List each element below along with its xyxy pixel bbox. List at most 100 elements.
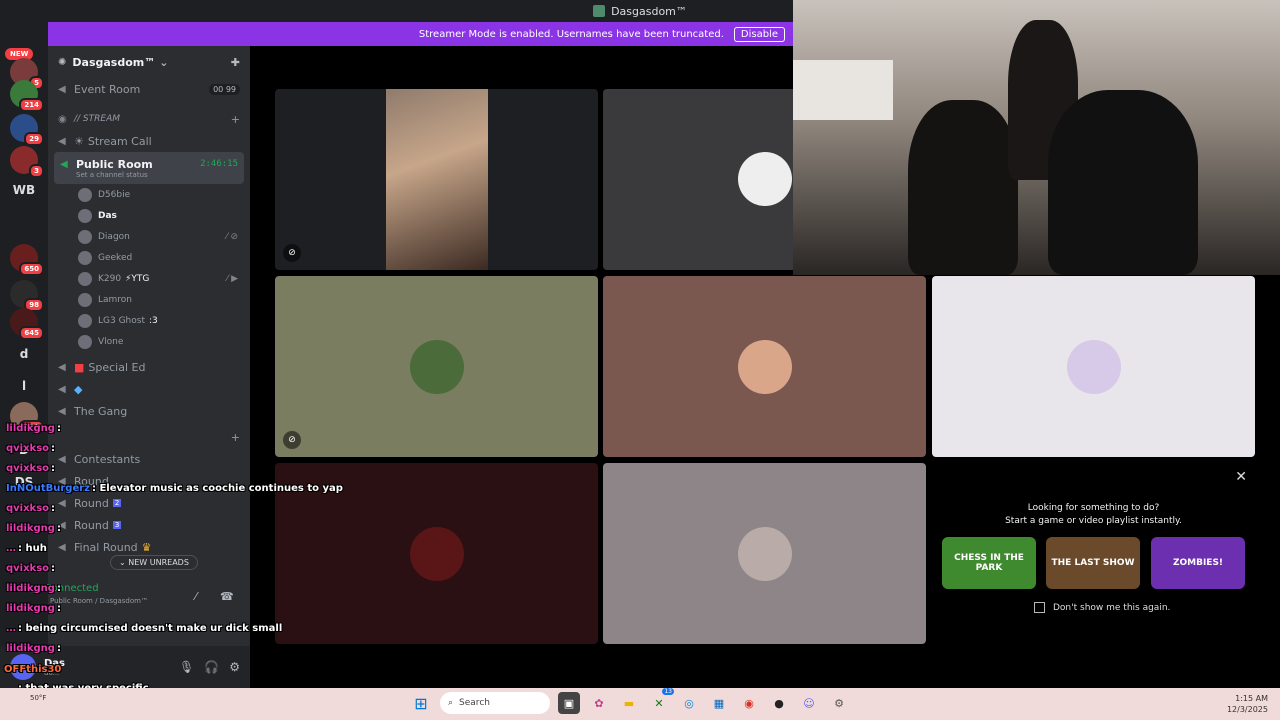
- voice-user-name: Vlone: [98, 336, 124, 347]
- headphones-icon[interactable]: 🎧: [204, 660, 219, 674]
- chat-username: qvixkso: [6, 463, 50, 474]
- voice-user[interactable]: D56bie: [48, 184, 250, 205]
- invite-icon[interactable]: ✚: [231, 56, 240, 69]
- new-unreads-pill[interactable]: ⌄ NEW UNREADS: [110, 555, 198, 570]
- diamond-icon: ◆: [74, 382, 83, 396]
- server-icon[interactable]: 29: [10, 114, 44, 146]
- chat-text: :: [56, 603, 61, 614]
- streamer-mode-banner: Streamer Mode is enabled. Usernames have…: [48, 22, 793, 46]
- weather-temp[interactable]: 50°F: [30, 694, 46, 702]
- voice-user[interactable]: K290 ⚡YTG ⁄ ▶: [48, 268, 250, 289]
- disable-streamer-mode-button[interactable]: Disable: [733, 26, 785, 42]
- avatar: [409, 339, 464, 394]
- server-icon[interactable]: [10, 212, 38, 240]
- category-contestants[interactable]: +: [48, 426, 250, 448]
- category-stream[interactable]: ◉ // STREAM +: [48, 108, 250, 130]
- xbox-icon[interactable]: ✕ 13: [648, 688, 674, 714]
- chat-username: …: [6, 543, 16, 554]
- category-label: // STREAM: [74, 114, 120, 124]
- video-tile-camera[interactable]: ⊘: [275, 89, 598, 270]
- chat-username: lildikgng: [6, 523, 55, 534]
- game-card-last-show[interactable]: THE LAST SHOW: [1046, 537, 1140, 589]
- channel-label: Public Room: [76, 157, 153, 171]
- user-tag: :3: [148, 315, 158, 326]
- voice-user[interactable]: Vlone: [48, 331, 250, 352]
- add-channel-icon[interactable]: +: [231, 113, 240, 126]
- dont-show-again[interactable]: Don't show me this again.: [1034, 602, 1170, 613]
- number-3-icon: 3: [112, 521, 122, 529]
- checkbox[interactable]: [1034, 602, 1045, 613]
- task-view-icon[interactable]: ▣: [558, 692, 580, 714]
- voice-user[interactable]: LG3 Ghost:3: [48, 310, 250, 331]
- close-icon[interactable]: ✕: [1235, 469, 1247, 485]
- system-clock[interactable]: 1:15 AM 12/3/2025: [1227, 693, 1268, 715]
- store-icon[interactable]: ▦: [708, 692, 730, 714]
- windows-start-icon[interactable]: ⊞: [410, 692, 432, 714]
- add-channel-icon[interactable]: +: [231, 431, 240, 444]
- channel-diamond[interactable]: ◀ ◆: [48, 378, 250, 400]
- chrome-icon[interactable]: ◉: [738, 692, 760, 714]
- channel-event-room[interactable]: ◀ Event Room 00 99: [48, 78, 250, 100]
- voice-user[interactable]: Lamron: [48, 289, 250, 310]
- chat-username: qvixkso: [6, 563, 50, 574]
- obs-icon[interactable]: ●: [768, 692, 790, 714]
- settings-icon[interactable]: ⚙: [828, 692, 850, 714]
- video-tile[interactable]: [603, 276, 926, 457]
- channel-stream-call[interactable]: ◀ ☀ Stream Call: [48, 130, 250, 152]
- server-header[interactable]: ✺ Dasgasdom™ ⌄ ✚: [48, 46, 250, 78]
- channel-public-room[interactable]: ◀ Public Room 2:46:15 Set a channel stat…: [54, 152, 244, 184]
- voice-user[interactable]: Diagon ⁄ ⊘: [48, 226, 250, 247]
- avatar: [78, 334, 92, 349]
- noise-suppression-icon[interactable]: ⁄: [195, 590, 197, 603]
- voice-user[interactable]: Das: [48, 205, 250, 226]
- voice-user[interactable]: Geeked: [48, 247, 250, 268]
- speaker-icon: ◀: [60, 158, 68, 170]
- video-tile[interactable]: [603, 463, 926, 644]
- camera-icon: ⁄ ▶: [226, 273, 238, 284]
- server-icon[interactable]: l: [10, 372, 38, 400]
- window-title: Dasgasdom™: [611, 4, 687, 18]
- voice-user-list: D56bie Das Diagon ⁄ ⊘ Geeked K290 ⚡YTG ⁄ ▶ Lamro…: [48, 184, 250, 352]
- chat-username: lildikgng: [6, 643, 55, 654]
- avatar: [78, 187, 92, 202]
- gear-icon[interactable]: ⚙: [229, 660, 240, 674]
- server-icon[interactable]: 98: [10, 280, 44, 312]
- server-icon[interactable]: 645: [10, 308, 44, 340]
- server-icon[interactable]: 214: [10, 80, 44, 112]
- chat-username: InNOutBurgerz: [6, 483, 90, 494]
- chat-text: :: [51, 463, 56, 474]
- server-icon[interactable]: 3: [10, 146, 44, 178]
- number-2-icon: 2: [112, 499, 122, 507]
- video-tile[interactable]: ⊘: [275, 276, 598, 457]
- search-input[interactable]: ⌕ Search: [440, 692, 550, 714]
- edge-icon[interactable]: ◎: [678, 692, 700, 714]
- microphone-icon[interactable]: 🎙: [179, 660, 194, 674]
- game-card-zombies[interactable]: ZOMBIES!: [1151, 537, 1245, 589]
- copilot-icon[interactable]: ✿: [588, 692, 610, 714]
- chat-message: qvixkso:: [6, 503, 55, 514]
- activity-heading: Looking for something to do?: [1027, 503, 1160, 513]
- channel-round-3[interactable]: ◀ Round 3: [48, 514, 250, 536]
- channel-label: The Gang: [74, 404, 128, 418]
- channel-label: Special Ed: [88, 360, 146, 374]
- channel-the-gang[interactable]: ◀ The Gang: [48, 400, 250, 422]
- disconnect-icon[interactable]: ☎: [220, 590, 234, 603]
- chat-text: :: [56, 643, 61, 654]
- channel-round-2[interactable]: ◀ Round 2: [48, 492, 250, 514]
- server-icon[interactable]: 650: [10, 244, 44, 276]
- channel-status[interactable]: Set a channel status: [76, 171, 148, 179]
- server-icon[interactable]: WB: [10, 176, 38, 204]
- server-icon[interactable]: d: [10, 340, 38, 368]
- game-card-chess[interactable]: CHESS IN THE PARK: [942, 537, 1036, 589]
- channel-contestants[interactable]: ◀ Contestants: [48, 448, 250, 470]
- channel-label: Event Room: [74, 82, 141, 96]
- chat-username: qvixkso: [6, 443, 50, 454]
- chat-text: :: [51, 563, 56, 574]
- speaker-icon: ◀: [58, 541, 66, 553]
- video-tile[interactable]: [932, 276, 1255, 457]
- file-explorer-icon[interactable]: ▬: [618, 692, 640, 714]
- chat-username: qvixkso: [6, 503, 50, 514]
- avatar: [78, 229, 92, 244]
- channel-special-ed[interactable]: ◀ ■ Special Ed: [48, 356, 250, 378]
- discord-icon[interactable]: ☺: [798, 692, 820, 714]
